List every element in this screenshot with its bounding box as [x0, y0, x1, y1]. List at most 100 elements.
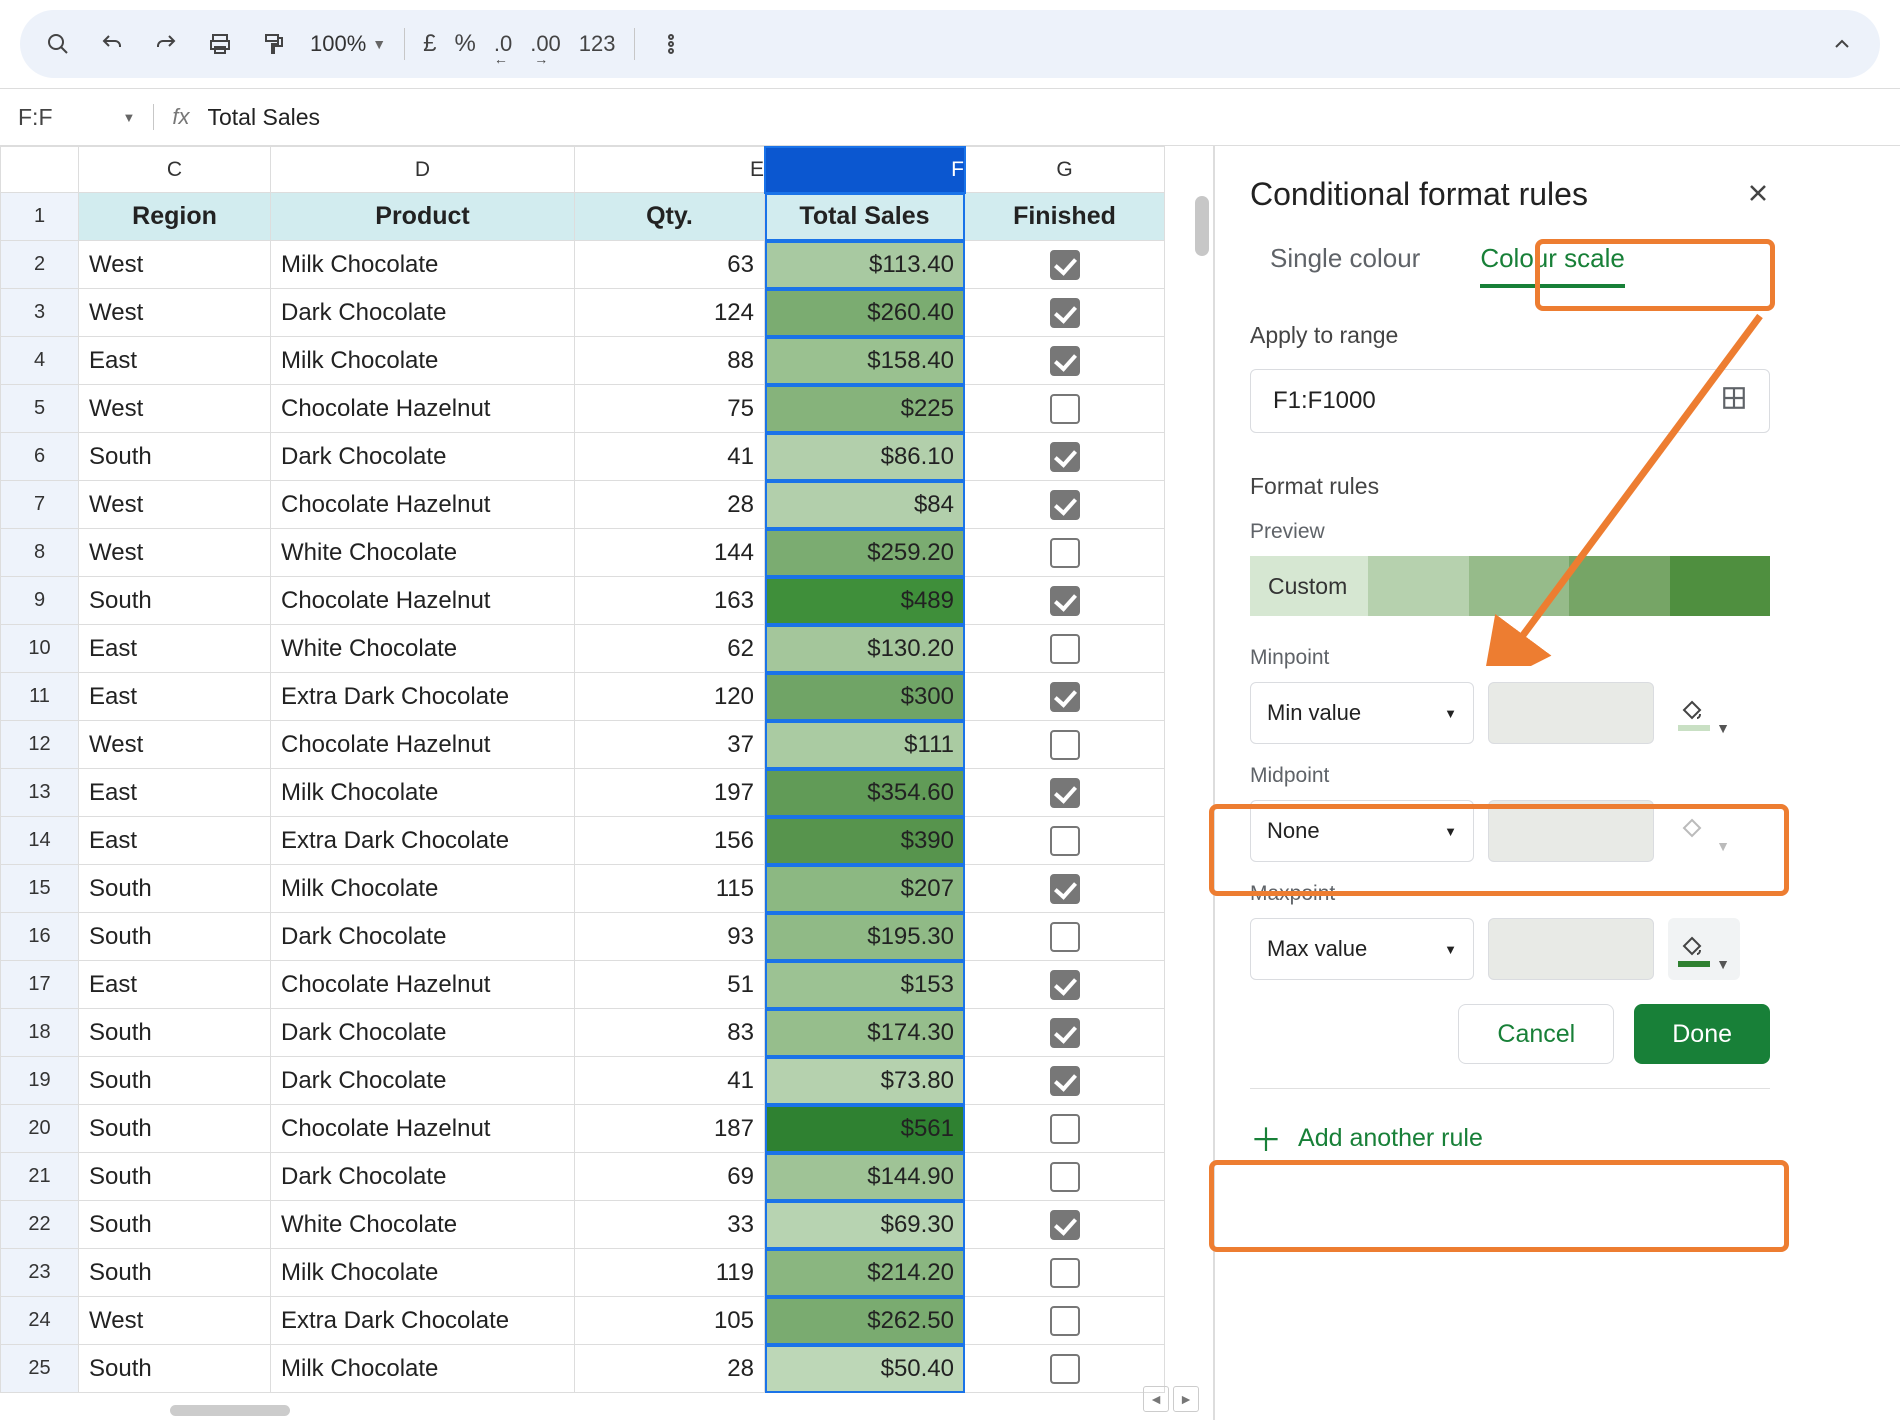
- cell-E24[interactable]: 105: [575, 1297, 765, 1345]
- cell-F23[interactable]: $214.20: [765, 1249, 965, 1297]
- row-header-13[interactable]: 13: [1, 769, 79, 817]
- cell-E10[interactable]: 62: [575, 625, 765, 673]
- cell-C23[interactable]: South: [79, 1249, 271, 1297]
- row-header-1[interactable]: 1: [1, 193, 79, 241]
- cell-G2[interactable]: [965, 241, 1165, 289]
- cell-F3[interactable]: $260.40: [765, 289, 965, 337]
- cell-F13[interactable]: $354.60: [765, 769, 965, 817]
- cell-E17[interactable]: 51: [575, 961, 765, 1009]
- header-cell-C[interactable]: Region: [79, 193, 271, 241]
- spreadsheet-grid[interactable]: CDEFG1RegionProductQty.Total SalesFinish…: [0, 146, 1215, 1420]
- cell-G20[interactable]: [965, 1105, 1165, 1153]
- cell-F7[interactable]: $84: [765, 481, 965, 529]
- name-box[interactable]: F:F ▼: [18, 104, 135, 131]
- row-header-9[interactable]: 9: [1, 577, 79, 625]
- cell-C5[interactable]: West: [79, 385, 271, 433]
- cell-G9[interactable]: [965, 577, 1165, 625]
- cell-G10[interactable]: [965, 625, 1165, 673]
- paintformat-icon[interactable]: [256, 26, 292, 62]
- zoom-dropdown[interactable]: 100%▼: [310, 31, 386, 57]
- cell-D2[interactable]: Milk Chocolate: [271, 241, 575, 289]
- cell-G13[interactable]: [965, 769, 1165, 817]
- row-header-6[interactable]: 6: [1, 433, 79, 481]
- checkbox[interactable]: [1050, 346, 1080, 376]
- cell-G8[interactable]: [965, 529, 1165, 577]
- cell-F9[interactable]: $489: [765, 577, 965, 625]
- cell-C2[interactable]: West: [79, 241, 271, 289]
- cell-F24[interactable]: $262.50: [765, 1297, 965, 1345]
- cell-E7[interactable]: 28: [575, 481, 765, 529]
- cell-C14[interactable]: East: [79, 817, 271, 865]
- cell-D8[interactable]: White Chocolate: [271, 529, 575, 577]
- cell-F8[interactable]: $259.20: [765, 529, 965, 577]
- cell-D16[interactable]: Dark Chocolate: [271, 913, 575, 961]
- row-header-17[interactable]: 17: [1, 961, 79, 1009]
- minpoint-colour-button[interactable]: ▼: [1668, 682, 1740, 744]
- scrollbar-horizontal[interactable]: [170, 1405, 290, 1416]
- checkbox[interactable]: [1050, 922, 1080, 952]
- row-header-22[interactable]: 22: [1, 1201, 79, 1249]
- cell-E12[interactable]: 37: [575, 721, 765, 769]
- scrollbar-vertical[interactable]: [1195, 196, 1209, 256]
- header-cell-E[interactable]: Qty.: [575, 193, 765, 241]
- cell-E15[interactable]: 115: [575, 865, 765, 913]
- cell-F6[interactable]: $86.10: [765, 433, 965, 481]
- checkbox[interactable]: [1050, 778, 1080, 808]
- checkbox[interactable]: [1050, 1354, 1080, 1384]
- cell-E25[interactable]: 28: [575, 1345, 765, 1393]
- cell-C16[interactable]: South: [79, 913, 271, 961]
- row-header-8[interactable]: 8: [1, 529, 79, 577]
- cell-F4[interactable]: $158.40: [765, 337, 965, 385]
- cell-E19[interactable]: 41: [575, 1057, 765, 1105]
- cell-E6[interactable]: 41: [575, 433, 765, 481]
- checkbox[interactable]: [1050, 1306, 1080, 1336]
- cell-E4[interactable]: 88: [575, 337, 765, 385]
- minpoint-dropdown[interactable]: Min value▼: [1250, 682, 1474, 744]
- cell-G19[interactable]: [965, 1057, 1165, 1105]
- checkbox[interactable]: [1050, 394, 1080, 424]
- cell-C13[interactable]: East: [79, 769, 271, 817]
- checkbox[interactable]: [1050, 634, 1080, 664]
- cell-D17[interactable]: Chocolate Hazelnut: [271, 961, 575, 1009]
- cell-C17[interactable]: East: [79, 961, 271, 1009]
- cell-F21[interactable]: $144.90: [765, 1153, 965, 1201]
- cell-G15[interactable]: [965, 865, 1165, 913]
- apply-range-input[interactable]: F1:F1000: [1250, 369, 1770, 433]
- header-cell-D[interactable]: Product: [271, 193, 575, 241]
- cell-C18[interactable]: South: [79, 1009, 271, 1057]
- cell-D5[interactable]: Chocolate Hazelnut: [271, 385, 575, 433]
- sheet-prev-icon[interactable]: ◄: [1143, 1386, 1169, 1412]
- cell-G5[interactable]: [965, 385, 1165, 433]
- cell-D24[interactable]: Extra Dark Chocolate: [271, 1297, 575, 1345]
- collapse-toolbar-icon[interactable]: [1824, 26, 1860, 62]
- cell-F5[interactable]: $225: [765, 385, 965, 433]
- cell-C3[interactable]: West: [79, 289, 271, 337]
- col-header-D[interactable]: D: [271, 147, 575, 193]
- cell-G12[interactable]: [965, 721, 1165, 769]
- undo-icon[interactable]: [94, 26, 130, 62]
- row-header-25[interactable]: 25: [1, 1345, 79, 1393]
- checkbox[interactable]: [1050, 490, 1080, 520]
- cell-D11[interactable]: Extra Dark Chocolate: [271, 673, 575, 721]
- cell-E16[interactable]: 93: [575, 913, 765, 961]
- maxpoint-colour-button[interactable]: ▼: [1668, 918, 1740, 980]
- row-header-10[interactable]: 10: [1, 625, 79, 673]
- cell-D21[interactable]: Dark Chocolate: [271, 1153, 575, 1201]
- cell-C19[interactable]: South: [79, 1057, 271, 1105]
- cell-D9[interactable]: Chocolate Hazelnut: [271, 577, 575, 625]
- cell-G16[interactable]: [965, 913, 1165, 961]
- cell-E20[interactable]: 187: [575, 1105, 765, 1153]
- select-range-icon[interactable]: [1721, 385, 1747, 418]
- increase-decimal-icon[interactable]: .00→: [530, 26, 561, 62]
- checkbox[interactable]: [1050, 682, 1080, 712]
- currency-button[interactable]: £: [423, 26, 436, 62]
- cell-C21[interactable]: South: [79, 1153, 271, 1201]
- cell-G22[interactable]: [965, 1201, 1165, 1249]
- cell-E22[interactable]: 33: [575, 1201, 765, 1249]
- cell-C20[interactable]: South: [79, 1105, 271, 1153]
- cell-D15[interactable]: Milk Chocolate: [271, 865, 575, 913]
- cell-G14[interactable]: [965, 817, 1165, 865]
- cell-C9[interactable]: South: [79, 577, 271, 625]
- cell-C8[interactable]: West: [79, 529, 271, 577]
- cell-G17[interactable]: [965, 961, 1165, 1009]
